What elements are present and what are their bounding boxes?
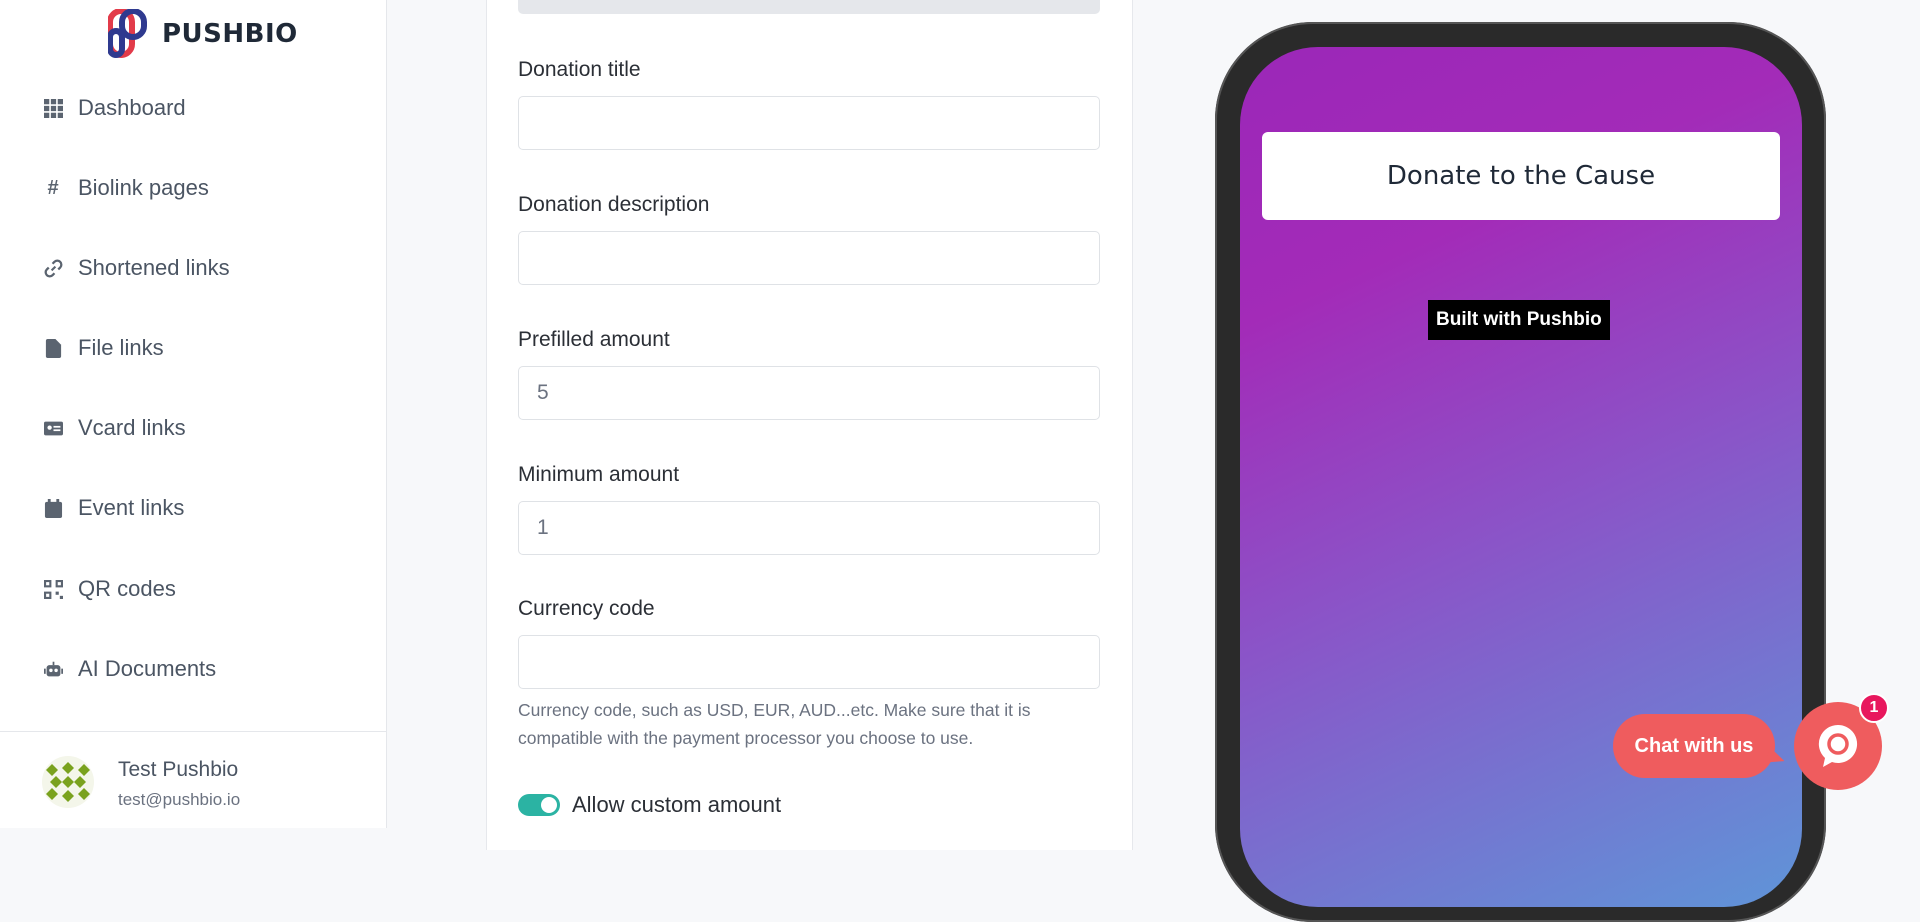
sidebar-item-label: AI Documents — [78, 656, 217, 681]
currency-code-help: Currency code, such as USD, EUR, AUD...e… — [518, 700, 1031, 748]
currency-code-label: Currency code — [518, 597, 655, 620]
avatar — [42, 756, 94, 808]
sidebar-item-label: Vcard links — [78, 415, 186, 440]
sidebar-item-label: QR codes — [78, 576, 176, 601]
grid-icon — [42, 97, 64, 119]
allow-custom-amount-label: Allow custom amount — [572, 792, 782, 817]
sidebar-item-shortened-links[interactable]: Shortened links — [42, 248, 342, 288]
currency-code-input[interactable] — [518, 635, 1100, 689]
prefilled-amount-label: Prefilled amount — [518, 328, 670, 351]
sidebar-item-file-links[interactable]: File links — [42, 328, 342, 368]
donate-button[interactable]: Donate to the Cause — [1262, 132, 1780, 220]
sidebar-item-label: Shortened links — [78, 255, 230, 280]
sidebar-item-qr-codes[interactable]: QR codes — [42, 569, 342, 609]
sidebar: PUSHBIO Dashboard # Biolink pages Shorte… — [0, 0, 387, 828]
donation-title-input[interactable] — [518, 96, 1100, 150]
phone-preview-screen: Donate to the Cause Built with Pushbio — [1240, 47, 1802, 907]
donation-description-input[interactable] — [518, 231, 1100, 285]
chat-icon — [1815, 721, 1861, 772]
qrcode-icon — [42, 578, 64, 600]
minimum-amount-input[interactable] — [518, 501, 1100, 555]
calendar-icon — [42, 497, 64, 519]
id-card-icon — [42, 417, 64, 439]
sidebar-item-label: Dashboard — [78, 95, 186, 120]
file-icon — [42, 337, 64, 359]
donation-title-label: Donation title — [518, 58, 641, 81]
donation-description-label: Donation description — [518, 193, 710, 216]
logo-text: PUSHBIO — [162, 19, 298, 49]
built-with-badge[interactable]: Built with Pushbio — [1428, 300, 1610, 340]
sidebar-item-biolink-pages[interactable]: # Biolink pages — [42, 168, 342, 208]
sidebar-item-label: File links — [78, 335, 164, 360]
allow-custom-amount-toggle[interactable] — [518, 794, 560, 816]
sidebar-item-dashboard[interactable]: Dashboard — [42, 88, 342, 128]
link-icon — [42, 257, 64, 279]
chat-with-us-bubble[interactable]: Chat with us — [1613, 714, 1775, 778]
sidebar-item-ai-documents[interactable]: AI Documents — [42, 649, 342, 689]
sidebar-item-label: Biolink pages — [78, 175, 209, 200]
chat-unread-badge: 1 — [1859, 693, 1889, 723]
minimum-amount-label: Minimum amount — [518, 463, 680, 486]
user-panel[interactable]: Test Pushbio test@pushbio.io — [0, 731, 386, 828]
pushbio-logo-icon — [107, 8, 158, 59]
sidebar-item-label: Event links — [78, 495, 185, 520]
sidebar-item-event-links[interactable]: Event links — [42, 488, 342, 528]
logo[interactable]: PUSHBIO — [107, 8, 298, 60]
sidebar-item-vcard-links[interactable]: Vcard links — [42, 408, 342, 448]
user-email: test@pushbio.io — [118, 790, 241, 809]
hash-icon: # — [47, 176, 59, 199]
robot-icon — [42, 658, 64, 680]
top-button[interactable] — [518, 0, 1100, 14]
user-name: Test Pushbio — [118, 758, 239, 781]
prefilled-amount-input[interactable] — [518, 366, 1100, 420]
